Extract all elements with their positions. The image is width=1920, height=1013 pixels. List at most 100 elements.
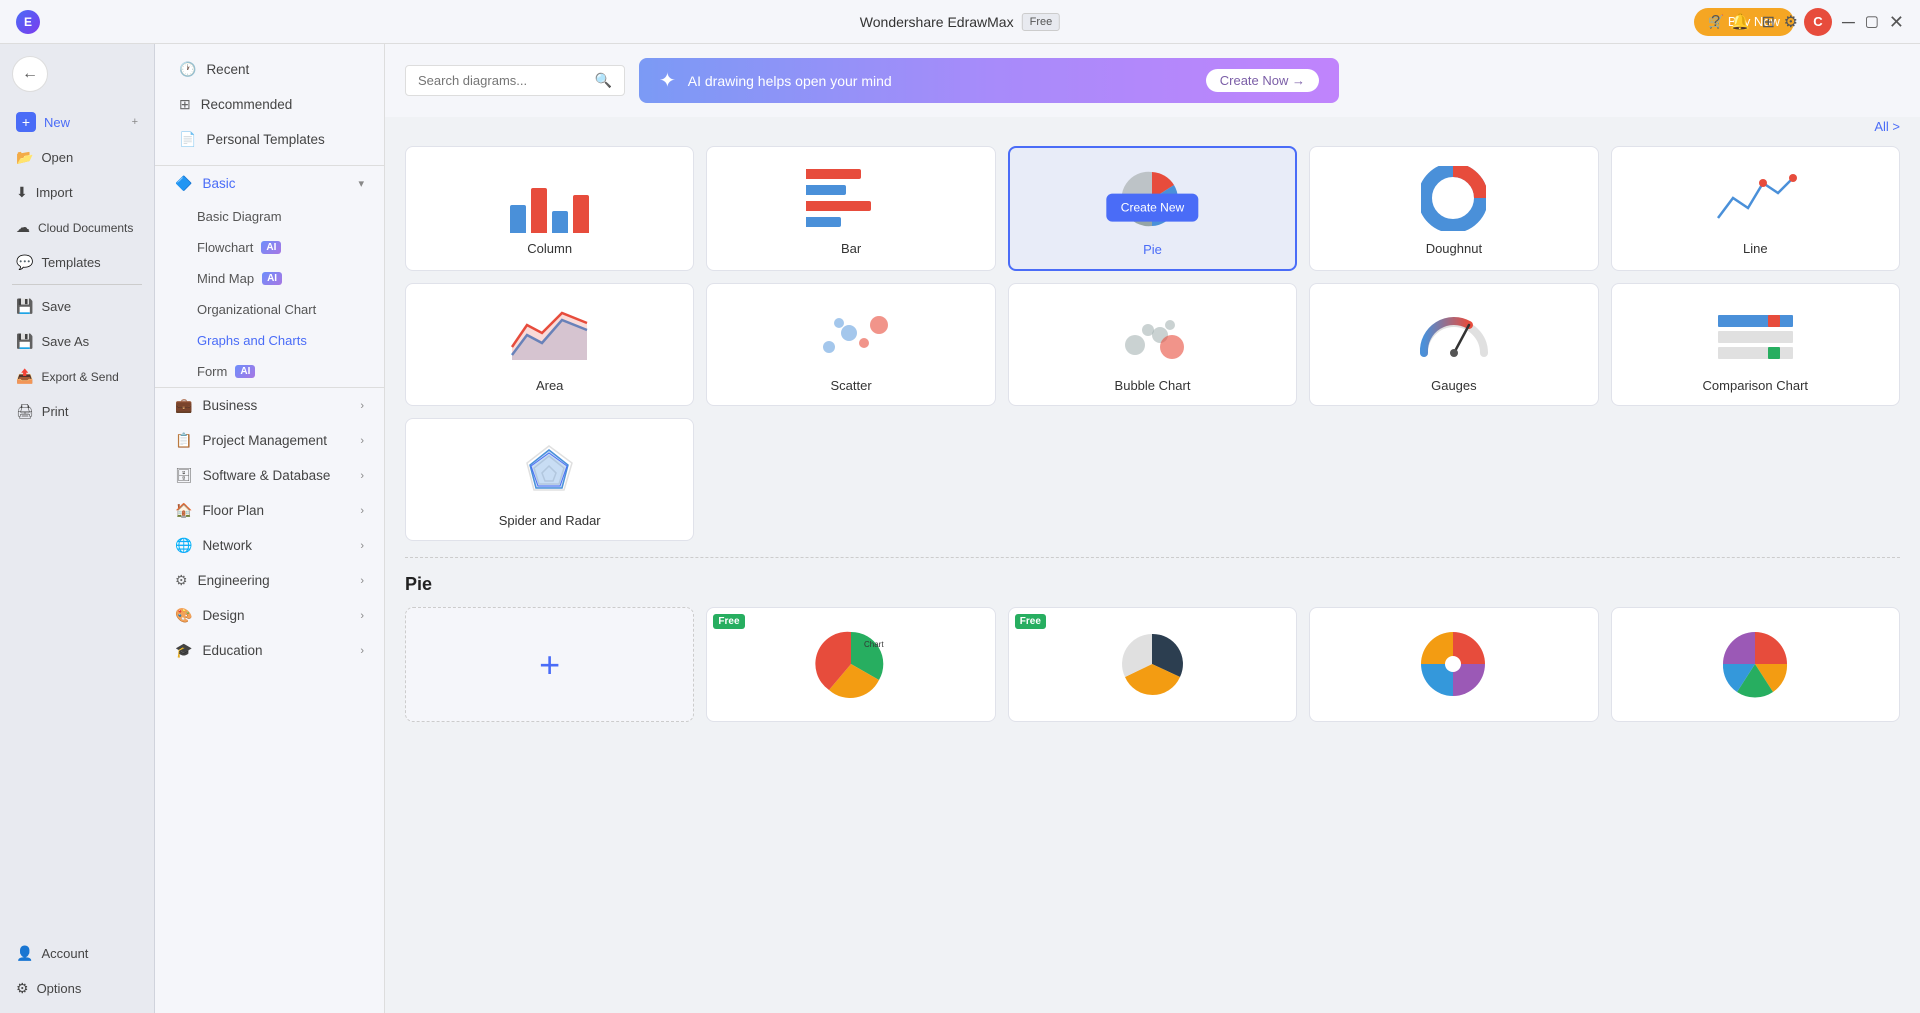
search-input[interactable] <box>418 73 587 88</box>
sidebar-cloud[interactable]: ☁ Cloud Documents <box>0 210 154 245</box>
print-label: Print <box>42 404 69 419</box>
bubble-label: Bubble Chart <box>1115 378 1191 393</box>
back-button[interactable]: ← <box>12 56 48 92</box>
col-bar-3 <box>552 211 568 233</box>
ai-banner[interactable]: ✦ AI drawing helps open your mind Create… <box>639 58 1339 103</box>
chart-card-spider[interactable]: Spider and Radar <box>405 418 694 541</box>
app-logo-area: E <box>16 10 40 34</box>
search-icon: 🔍 <box>595 72 612 89</box>
network-icon: 🌐 <box>175 537 192 554</box>
sidebar-account[interactable]: 👤 Account <box>0 936 154 971</box>
menu-network[interactable]: 🌐 Network › <box>155 528 384 563</box>
chart-card-doughnut[interactable]: Doughnut <box>1309 146 1598 271</box>
settings-icon[interactable]: ⚙ <box>1784 12 1798 32</box>
create-new-overlay[interactable]: Create New <box>1107 193 1198 221</box>
sidebar-export[interactable]: 📤 Export & Send <box>0 359 154 394</box>
save-icon: 💾 <box>16 298 33 315</box>
export-label: Export & Send <box>41 370 118 384</box>
templates-icon: 💬 <box>16 254 33 271</box>
menu-basic-header[interactable]: 🔷 Basic ▾ <box>155 166 384 201</box>
floorplan-arrow-icon: › <box>360 505 364 517</box>
education-arrow-icon: › <box>360 645 364 657</box>
minimize-icon[interactable]: ─ <box>1842 13 1855 31</box>
chart-card-bubble[interactable]: Bubble Chart <box>1008 283 1297 406</box>
pie-label: Pie <box>1143 242 1162 257</box>
menu-recent[interactable]: 🕐 Recent <box>155 52 384 87</box>
close-icon[interactable]: ✕ <box>1889 13 1904 31</box>
sidebar-templates[interactable]: 💬 Templates <box>0 245 154 280</box>
menu-recommended[interactable]: ⊞ Recommended <box>155 87 384 122</box>
basic-arrow-icon: ▾ <box>358 177 364 190</box>
engineering-icon: ⚙ <box>175 572 188 589</box>
chart-card-area[interactable]: Area <box>405 283 694 406</box>
menu-design[interactable]: 🎨 Design › <box>155 598 384 633</box>
project-icon: 📋 <box>175 432 192 449</box>
menu-education[interactable]: 🎓 Education › <box>155 633 384 668</box>
template-card-2[interactable]: Free <box>1008 607 1297 722</box>
sidebar-open[interactable]: 📂 Open <box>0 140 154 175</box>
search-box[interactable]: 🔍 <box>405 65 625 96</box>
all-link[interactable]: All > <box>1874 119 1900 134</box>
submenu-orgchart[interactable]: Organizational Chart <box>155 294 384 325</box>
top-bar: 🔍 ✦ AI drawing helps open your mind Crea… <box>385 44 1920 117</box>
menu-software-database[interactable]: 🗄 Software & Database › <box>155 458 384 493</box>
network-arrow-icon: › <box>360 540 364 552</box>
notification-icon[interactable]: 🔔 <box>1730 12 1750 32</box>
template3-svg <box>1411 622 1496 707</box>
import-icon: ⬇ <box>16 184 28 201</box>
chart-card-bar[interactable]: Bar <box>706 146 995 271</box>
sidebar-save[interactable]: 💾 Save <box>0 289 154 324</box>
area-svg <box>507 305 592 365</box>
chart-card-column[interactable]: Column <box>405 146 694 271</box>
chart-card-gauges[interactable]: Gauges <box>1309 283 1598 406</box>
gauges-svg <box>1414 303 1494 368</box>
floorplan-icon: 🏠 <box>175 502 192 519</box>
submenu-flowchart[interactable]: Flowchart AI <box>155 232 384 263</box>
menu-floor-plan[interactable]: 🏠 Floor Plan › <box>155 493 384 528</box>
spider-label: Spider and Radar <box>499 513 601 528</box>
top-menu: 🕐 Recent ⊞ Recommended 📄 Personal Templa… <box>155 44 384 165</box>
bar-label: Bar <box>841 241 861 256</box>
sidebar-save-as[interactable]: 💾 Save As <box>0 324 154 359</box>
left-panel: 🕐 Recent ⊞ Recommended 📄 Personal Templa… <box>155 44 385 1013</box>
menu-personal-templates[interactable]: 📄 Personal Templates <box>155 122 384 157</box>
import-label: Import <box>36 185 73 200</box>
apps-icon[interactable]: ⊞ <box>1762 12 1775 32</box>
column-label: Column <box>527 241 572 256</box>
flowchart-ai-badge: AI <box>261 241 281 254</box>
chart-card-line[interactable]: Line <box>1611 146 1900 271</box>
template-card-1[interactable]: Free Chart <box>706 607 995 722</box>
help-icon[interactable]: ? <box>1711 13 1720 31</box>
software-arrow-icon: › <box>360 470 364 482</box>
sidebar-import[interactable]: ⬇ Import <box>0 175 154 210</box>
submenu-form[interactable]: Form AI <box>155 356 384 387</box>
template-card-3[interactable] <box>1309 607 1598 722</box>
chart-card-pie[interactable]: Create New Pie <box>1008 146 1297 271</box>
menu-business[interactable]: 💼 Business › <box>155 388 384 423</box>
free-tag-1: Free <box>713 614 744 629</box>
maximize-icon[interactable]: ▢ <box>1865 14 1879 29</box>
comparison-preview <box>1710 300 1800 370</box>
template4-svg <box>1713 622 1798 707</box>
ai-banner-cta[interactable]: Create Now → <box>1206 69 1319 92</box>
template-card-4[interactable] <box>1611 607 1900 722</box>
line-label: Line <box>1743 241 1768 256</box>
user-avatar[interactable]: C <box>1804 8 1832 36</box>
submenu-graphs-charts[interactable]: Graphs and Charts <box>155 325 384 356</box>
template2-svg <box>1110 622 1195 707</box>
submenu-basic-diagram[interactable]: Basic Diagram <box>155 201 384 232</box>
sidebar-new[interactable]: + New + <box>0 104 154 140</box>
templates-section: Pie + Free Chart <box>385 574 1920 738</box>
chart-card-comparison[interactable]: Comparison Chart <box>1611 283 1900 406</box>
software-icon: 🗄 <box>175 467 193 484</box>
section-divider <box>405 557 1900 558</box>
sidebar-options[interactable]: ⚙ Options <box>0 971 154 1013</box>
comparison-label: Comparison Chart <box>1703 378 1809 393</box>
business-icon: 💼 <box>175 397 192 414</box>
menu-project-management[interactable]: 📋 Project Management › <box>155 423 384 458</box>
sidebar-print[interactable]: 🖨 Print <box>0 394 154 429</box>
template-add-card[interactable]: + <box>405 607 694 722</box>
submenu-mindmap[interactable]: Mind Map AI <box>155 263 384 294</box>
menu-engineering[interactable]: ⚙ Engineering › <box>155 563 384 598</box>
chart-card-scatter[interactable]: Scatter <box>706 283 995 406</box>
